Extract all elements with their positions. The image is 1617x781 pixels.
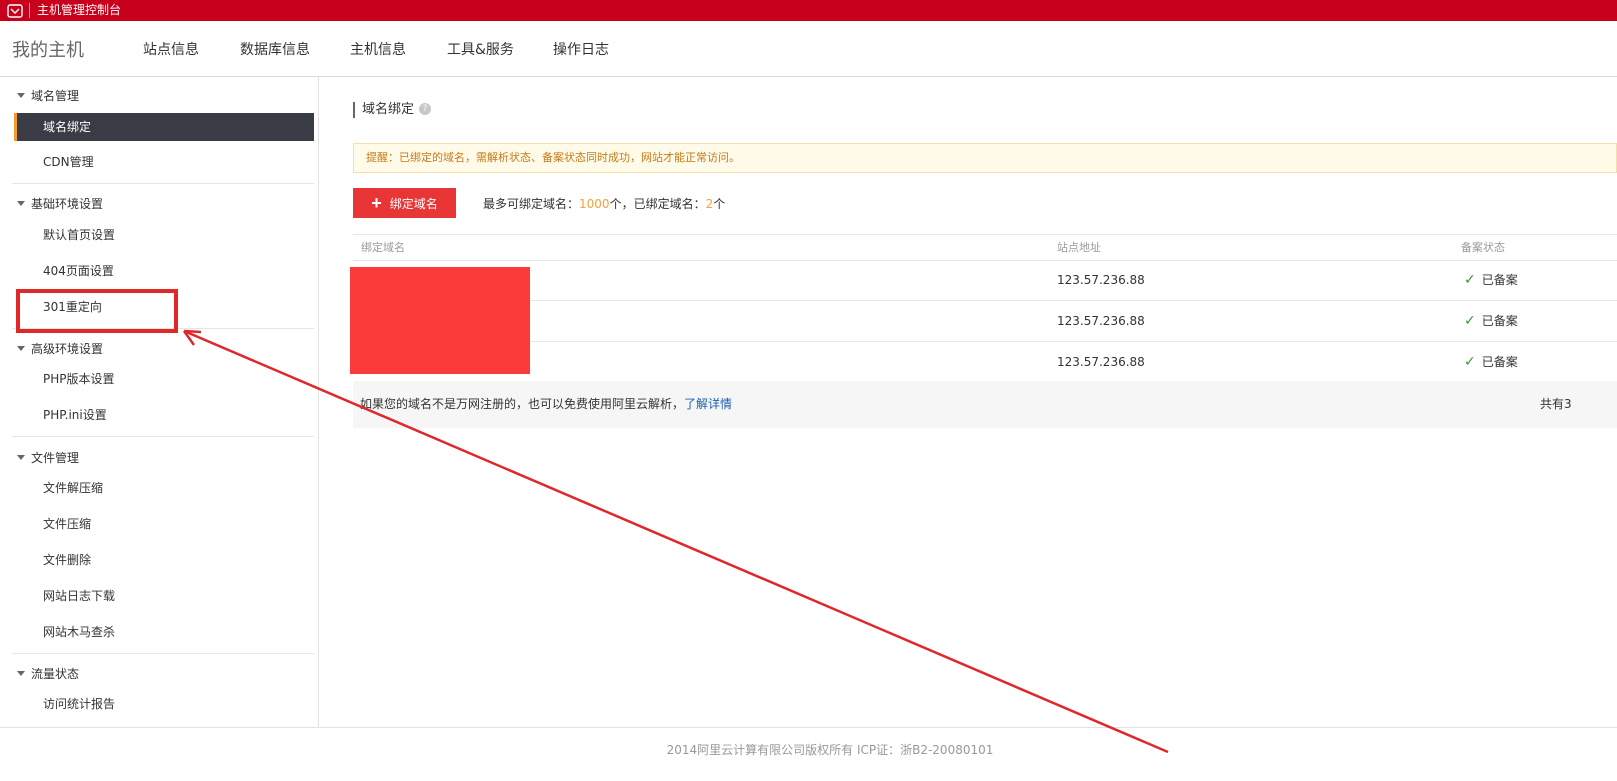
table-row[interactable]: 123.57.236.88 ✓ 已备案 (353, 342, 1617, 383)
nav-site-info[interactable]: 站点信息 (143, 39, 199, 59)
sidebar-item-php-ini[interactable]: PHP.ini设置 (14, 401, 314, 429)
topbar-divider (29, 3, 30, 18)
nav-operation-log[interactable]: 操作日志 (553, 39, 609, 59)
copyright-text: 2014阿里云计算有限公司版权所有 ICP证：浙B2-20080101 (666, 743, 994, 757)
table-row[interactable]: 123.57.236.88 ✓ 已备案 (353, 301, 1617, 342)
row-address: 123.57.236.88 (1057, 273, 1145, 287)
table-footer: 如果您的域名不是万网注册的，也可以免费使用阿里云解析，了解详情 共有3 (353, 381, 1617, 428)
sidebar-divider (12, 436, 314, 437)
column-header-domain: 绑定域名 (361, 241, 405, 254)
footer-divider (0, 727, 1617, 728)
check-icon: ✓ (1464, 313, 1476, 329)
sidebar-group-domain[interactable]: 域名管理 (17, 87, 79, 104)
table-row[interactable]: 123.57.236.88 ✓ 已备案 (353, 260, 1617, 301)
check-icon: ✓ (1464, 272, 1476, 288)
annotation-highlight-box (16, 289, 178, 333)
sidebar-item-file-zip[interactable]: 文件压缩 (14, 510, 314, 538)
row-address: 123.57.236.88 (1057, 314, 1145, 328)
main-header: 我的主机 站点信息 数据库信息 主机信息 工具&服务 操作日志 (0, 21, 1617, 77)
main-content: 域名绑定? 提醒：已绑定的域名，需解析状态、备案状态同时成功，网站才能正常访问。… (319, 77, 1617, 727)
sidebar-item-traffic-report[interactable]: 访问统计报告 (14, 690, 314, 718)
nav-host-info[interactable]: 主机信息 (350, 39, 406, 59)
nav-tools-services[interactable]: 工具&服务 (447, 39, 514, 59)
caret-down-icon (17, 346, 25, 351)
sidebar-item-trojan-scan[interactable]: 网站木马查杀 (14, 618, 314, 646)
domain-quota: 最多可绑定域名：1000个，已绑定域名：2个 (483, 197, 726, 211)
sidebar-item-cdn[interactable]: CDN管理 (14, 148, 314, 176)
table-header: 绑定域名 站点地址 备案状态 (353, 234, 1617, 261)
bind-domain-button[interactable]: + 绑定域名 (353, 188, 456, 218)
sidebar-item-log-download[interactable]: 网站日志下载 (14, 582, 314, 610)
section-title: 域名绑定? (353, 102, 432, 118)
page-brand: 我的主机 (12, 40, 84, 61)
row-status: ✓ 已备案 (1464, 272, 1518, 288)
caret-down-icon (17, 671, 25, 676)
plus-icon: + (371, 193, 382, 213)
row-status: ✓ 已备案 (1464, 313, 1518, 329)
learn-more-link[interactable]: 了解详情 (684, 397, 732, 411)
sidebar-item-domain-binding[interactable]: 域名绑定 (14, 113, 314, 141)
question-icon[interactable]: ? (419, 102, 432, 115)
sidebar-item-404-page[interactable]: 404页面设置 (14, 257, 314, 285)
caret-down-icon (17, 201, 25, 206)
sidebar-group-file-management[interactable]: 文件管理 (17, 449, 79, 466)
sidebar-group-advanced-env[interactable]: 高级环境设置 (17, 340, 103, 357)
sidebar-item-default-page[interactable]: 默认首页设置 (14, 221, 314, 249)
footer-note: 如果您的域名不是万网注册的，也可以免费使用阿里云解析， (360, 397, 685, 411)
sidebar-group-basic-env[interactable]: 基础环境设置 (17, 195, 103, 212)
nav-database-info[interactable]: 数据库信息 (240, 39, 310, 59)
caret-down-icon (17, 93, 25, 98)
notice-banner: 提醒：已绑定的域名，需解析状态、备案状态同时成功，网站才能正常访问。 (353, 143, 1617, 173)
aliyun-logo-icon[interactable] (6, 2, 24, 19)
caret-down-icon (17, 455, 25, 460)
redacted-domain-block (350, 267, 530, 374)
app-title: 主机管理控制台 (37, 3, 122, 17)
sidebar-divider (12, 653, 314, 654)
sidebar-item-php-version[interactable]: PHP版本设置 (14, 365, 314, 393)
column-header-record-status: 备案状态 (1461, 241, 1505, 254)
check-icon: ✓ (1464, 354, 1476, 370)
sidebar-item-file-unzip[interactable]: 文件解压缩 (14, 474, 314, 502)
sidebar: 域名管理 域名绑定 CDN管理 基础环境设置 默认首页设置 404页面设置 30… (0, 77, 319, 727)
sidebar-item-file-delete[interactable]: 文件删除 (14, 546, 314, 574)
total-count: 共有3 (1540, 397, 1572, 411)
top-bar: 主机管理控制台 (0, 0, 1617, 21)
column-header-address: 站点地址 (1057, 241, 1101, 254)
row-status: ✓ 已备案 (1464, 354, 1518, 370)
row-address: 123.57.236.88 (1057, 355, 1145, 369)
sidebar-group-traffic[interactable]: 流量状态 (17, 665, 79, 682)
sidebar-divider (12, 183, 314, 184)
